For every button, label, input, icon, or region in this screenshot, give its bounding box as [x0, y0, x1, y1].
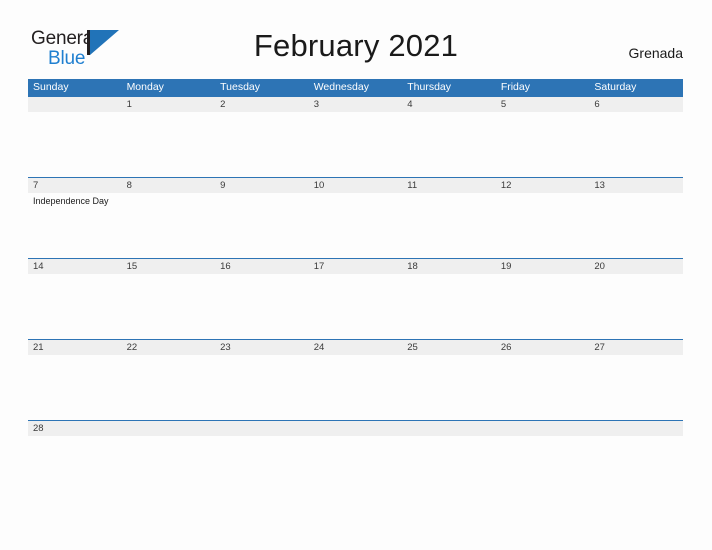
- week-row: 1 2 3 4 5 6: [28, 96, 683, 177]
- day-cell[interactable]: [309, 193, 403, 258]
- day-events-band: [28, 436, 683, 456]
- day-cell[interactable]: [496, 274, 590, 339]
- day-number[interactable]: 13: [589, 178, 683, 193]
- day-cell[interactable]: [215, 274, 309, 339]
- day-number[interactable]: 20: [589, 259, 683, 274]
- day-number[interactable]: 8: [122, 178, 216, 193]
- day-cell[interactable]: [215, 193, 309, 258]
- day-events-band: [28, 355, 683, 420]
- day-cell[interactable]: [402, 193, 496, 258]
- day-number[interactable]: [215, 421, 309, 436]
- day-cell[interactable]: [309, 112, 403, 177]
- day-cell[interactable]: [28, 436, 122, 456]
- day-cell[interactable]: [28, 274, 122, 339]
- day-cell[interactable]: [402, 436, 496, 456]
- day-number[interactable]: 12: [496, 178, 590, 193]
- day-cell[interactable]: [122, 112, 216, 177]
- week-row: 14 15 16 17 18 19 20: [28, 258, 683, 339]
- day-cell[interactable]: [402, 274, 496, 339]
- weekday-header-friday: Friday: [500, 81, 530, 93]
- day-events-band: [28, 112, 683, 177]
- day-cell[interactable]: [215, 436, 309, 456]
- weekday-header-sunday: Sunday: [33, 81, 69, 93]
- page-title: February 2021: [253, 28, 459, 63]
- locale-label: Grenada: [628, 45, 683, 61]
- day-number[interactable]: [589, 421, 683, 436]
- day-number[interactable]: 5: [496, 97, 590, 112]
- day-number[interactable]: 25: [402, 340, 496, 355]
- day-number[interactable]: 4: [402, 97, 496, 112]
- day-cell[interactable]: [309, 355, 403, 420]
- day-cell[interactable]: [122, 193, 216, 258]
- day-number[interactable]: 24: [309, 340, 403, 355]
- day-cell[interactable]: [122, 355, 216, 420]
- week-row: 21 22 23 24 25 26 27: [28, 339, 683, 420]
- day-cell[interactable]: [309, 274, 403, 339]
- page-header: General Blue February 2021 Grenada: [0, 0, 712, 78]
- day-number[interactable]: 11: [402, 178, 496, 193]
- day-number-band: 21 22 23 24 25 26 27: [28, 339, 683, 355]
- weekday-header-monday: Monday: [126, 81, 164, 93]
- day-number[interactable]: [28, 97, 122, 112]
- day-cell[interactable]: [589, 274, 683, 339]
- day-number[interactable]: 9: [215, 178, 309, 193]
- day-number[interactable]: 6: [589, 97, 683, 112]
- event-label: Independence Day: [33, 196, 109, 206]
- weekday-header-thursday: Thursday: [407, 81, 452, 93]
- day-number-band: 28: [28, 420, 683, 436]
- weekday-header-tuesday: Tuesday: [220, 81, 261, 93]
- day-cell[interactable]: Independence Day: [28, 193, 122, 258]
- day-cell[interactable]: [122, 274, 216, 339]
- day-number[interactable]: 26: [496, 340, 590, 355]
- day-number-band: 1 2 3 4 5 6: [28, 96, 683, 112]
- day-cell[interactable]: [28, 355, 122, 420]
- week-row: 28: [28, 420, 683, 456]
- day-number[interactable]: 14: [28, 259, 122, 274]
- day-cell[interactable]: [496, 355, 590, 420]
- day-number[interactable]: 19: [496, 259, 590, 274]
- day-number[interactable]: 15: [122, 259, 216, 274]
- day-number[interactable]: 1: [122, 97, 216, 112]
- day-number[interactable]: [122, 421, 216, 436]
- day-number[interactable]: 3: [309, 97, 403, 112]
- day-number[interactable]: 21: [28, 340, 122, 355]
- day-events-band: Independence Day: [28, 193, 683, 258]
- day-number[interactable]: [309, 421, 403, 436]
- day-cell[interactable]: [496, 436, 590, 456]
- day-number-band: 7 8 9 10 11 12 13: [28, 177, 683, 193]
- day-cell[interactable]: [122, 436, 216, 456]
- day-cell[interactable]: [589, 193, 683, 258]
- day-number-band: 14 15 16 17 18 19 20: [28, 258, 683, 274]
- day-cell[interactable]: [402, 112, 496, 177]
- day-cell[interactable]: [309, 436, 403, 456]
- weekday-header-wednesday: Wednesday: [313, 81, 369, 93]
- day-number[interactable]: 23: [215, 340, 309, 355]
- day-cell[interactable]: [215, 112, 309, 177]
- weekday-header-saturday: Saturday: [594, 81, 637, 93]
- day-number[interactable]: 10: [309, 178, 403, 193]
- day-number[interactable]: [402, 421, 496, 436]
- weekday-header-row: Sunday Monday Tuesday Wednesday Thursday…: [28, 79, 683, 96]
- day-number[interactable]: 17: [309, 259, 403, 274]
- day-number[interactable]: 7: [28, 178, 122, 193]
- day-number[interactable]: 22: [122, 340, 216, 355]
- day-cell[interactable]: [496, 193, 590, 258]
- day-cell[interactable]: [589, 436, 683, 456]
- day-number[interactable]: 27: [589, 340, 683, 355]
- day-events-band: [28, 274, 683, 339]
- day-cell[interactable]: [28, 112, 122, 177]
- day-cell[interactable]: [589, 112, 683, 177]
- day-cell[interactable]: [496, 112, 590, 177]
- day-number[interactable]: [496, 421, 590, 436]
- day-number[interactable]: 18: [402, 259, 496, 274]
- day-cell[interactable]: [215, 355, 309, 420]
- week-row: 7 8 9 10 11 12 13 Independence Day: [28, 177, 683, 258]
- day-cell[interactable]: [402, 355, 496, 420]
- calendar-grid: Sunday Monday Tuesday Wednesday Thursday…: [28, 79, 683, 456]
- day-number[interactable]: 28: [28, 421, 122, 436]
- day-cell[interactable]: [589, 355, 683, 420]
- day-number[interactable]: 2: [215, 97, 309, 112]
- day-number[interactable]: 16: [215, 259, 309, 274]
